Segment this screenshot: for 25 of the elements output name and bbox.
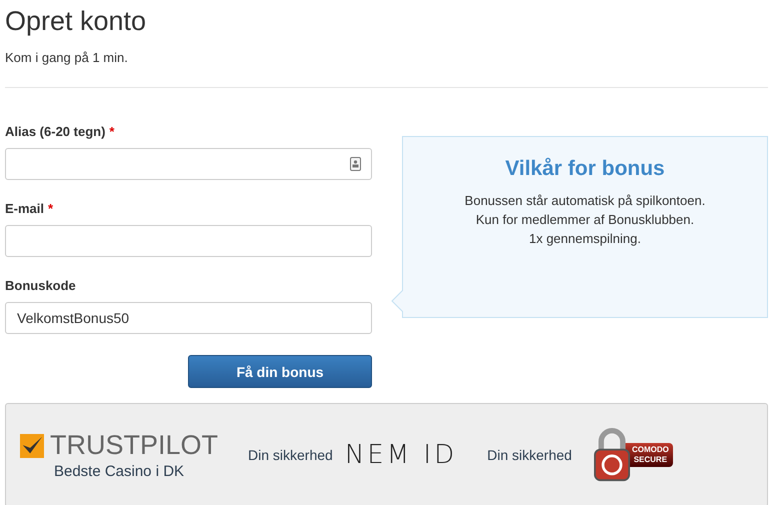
- page-title: Opret konto: [5, 5, 148, 37]
- info-title: Vilkår for bonus: [504, 157, 666, 181]
- submit-button[interactable]: Få din bonus: [188, 355, 372, 388]
- trust-caption: Bedste Casino i DK: [54, 463, 184, 480]
- badge-text: COMODO: [632, 445, 669, 455]
- field-label: Alias (6-20 tegn): [5, 124, 106, 140]
- padlock-icon: [594, 428, 630, 482]
- contact-card-icon[interactable]: [350, 157, 361, 171]
- input-field[interactable]: VelkomstBonus50: [5, 302, 372, 334]
- input-field[interactable]: [5, 225, 372, 257]
- trustpilot-logo: TRUSTPILOT: [50, 430, 218, 461]
- field-label: Bonuskode: [5, 278, 76, 294]
- field-label: E-mail: [5, 201, 44, 217]
- info-text: 1x gennemspilning.: [528, 230, 642, 248]
- subtitle: Kom i gang på 1 min.: [5, 50, 129, 65]
- required-mark: *: [109, 124, 114, 140]
- nemid-logo: NEM ID: [344, 440, 458, 470]
- checkmark-icon: [20, 434, 44, 458]
- security-label: Din sikkerhed: [248, 447, 333, 463]
- required-mark: *: [48, 201, 54, 217]
- badge-text: SECURE: [632, 455, 668, 465]
- info-text: Bonussen står automatisk på spilkontoen.: [464, 192, 706, 210]
- info-text: Kun for medlemmer af Bonusklubben.: [474, 211, 696, 229]
- input-field[interactable]: [5, 148, 372, 180]
- security-label: Din sikkerhed: [487, 447, 572, 463]
